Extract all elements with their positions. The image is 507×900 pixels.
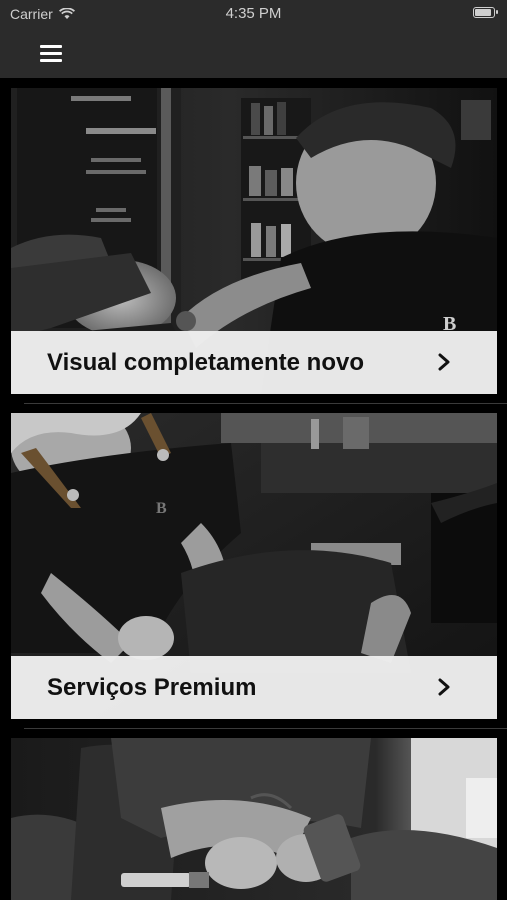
feature-list: B Visual completamente novo B Serviços P… bbox=[0, 78, 507, 900]
feature-card-visual[interactable]: B Visual completamente novo bbox=[11, 88, 497, 394]
barber-tools-photo bbox=[11, 738, 497, 900]
feature-card-title: Serviços Premium bbox=[47, 673, 257, 701]
feature-card-title: Visual completamente novo bbox=[47, 348, 364, 376]
chevron-right-icon bbox=[438, 678, 450, 696]
card-divider bbox=[24, 728, 507, 729]
feature-card-bar[interactable]: Serviços Premium bbox=[11, 656, 497, 719]
feature-card-premium[interactable]: B Serviços Premium bbox=[11, 413, 497, 719]
feature-card-bar[interactable]: Visual completamente novo bbox=[11, 331, 497, 394]
chevron-right-icon bbox=[438, 353, 450, 371]
svg-text:B: B bbox=[156, 500, 167, 517]
clock: 4:35 PM bbox=[225, 5, 282, 22]
hamburger-menu-icon[interactable] bbox=[38, 41, 66, 65]
navigation-bar bbox=[0, 28, 507, 78]
feature-card-tools[interactable] bbox=[11, 738, 497, 900]
battery-icon bbox=[473, 7, 498, 18]
card-divider bbox=[24, 403, 507, 404]
status-bar: Carrier 4:35 PM bbox=[0, 0, 507, 28]
